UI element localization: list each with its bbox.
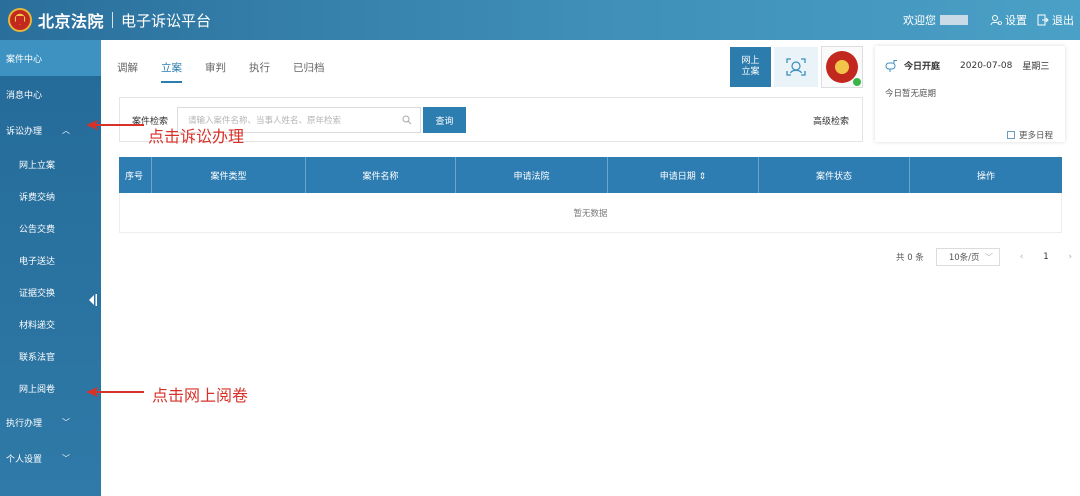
table-header: 序号 案件类型 案件名称 申请法院 申请日期 ⇕ 案件状态 操作: [119, 157, 1062, 193]
logout-icon: [1037, 14, 1049, 26]
no-hearing-text: 今日暂无庭期: [885, 89, 937, 99]
search-icon: [402, 115, 412, 125]
sidebar-item-label: 消息中心: [6, 90, 43, 101]
sidebar-sub-label: 公告交费: [19, 224, 56, 235]
column-header: 案件名称: [306, 157, 456, 193]
court-name: 北京法院: [38, 12, 105, 31]
user-gear-icon: [990, 15, 1002, 26]
tab-trial[interactable]: 审判: [205, 60, 226, 83]
platform-name: 电子诉讼平台: [121, 11, 212, 30]
sidebar-sub-online-filing[interactable]: 网上立案: [0, 148, 101, 180]
today-hearing-card: 今日开庭 2020-07-08 星期三 今日暂无庭期 更多日程: [875, 46, 1065, 142]
column-header-sortable[interactable]: 申请日期 ⇕: [608, 157, 759, 193]
page-size-value: 10条/页: [948, 253, 980, 263]
sidebar-sub-label: 诉费交纳: [19, 192, 56, 203]
logout-label: 退出: [1052, 14, 1074, 27]
logout-button[interactable]: 退出: [1037, 12, 1074, 28]
chevron-down-icon: ﹀: [62, 417, 70, 427]
tab-execution[interactable]: 执行: [249, 60, 270, 83]
top-header: 北京法院 电子诉讼平台 欢迎您 设置 退出: [0, 0, 1080, 40]
sidebar-item-personal-settings[interactable]: 个人设置 ﹀: [0, 440, 101, 476]
username-masked: [940, 15, 968, 25]
court-emblem-logo: [8, 8, 32, 32]
settings-button[interactable]: 设置: [990, 12, 1027, 28]
face-scan-icon: [786, 58, 806, 76]
sidebar-item-label: 个人设置: [6, 454, 43, 465]
today-date: 2020-07-08: [960, 60, 1013, 71]
sidebar-sub-label: 联系法官: [19, 352, 56, 363]
annotation-click-read-files: 点击网上阅卷: [152, 386, 249, 405]
sidebar-sub-fee-payment[interactable]: 诉费交纳: [0, 180, 101, 212]
chevron-down-icon: ﹀: [984, 253, 993, 262]
sidebar-sub-evidence-exchange[interactable]: 证据交换: [0, 276, 101, 308]
sidebar-sub-announcement-fee[interactable]: 公告交费: [0, 212, 101, 244]
online-filing-button[interactable]: 网上 立案: [730, 47, 771, 87]
total-count: 共 0 条: [896, 253, 924, 263]
calendar-icon: [1006, 131, 1015, 139]
annotation-click-litigation: 点击诉讼办理: [148, 127, 245, 146]
sidebar-item-label: 案件中心: [6, 54, 43, 65]
sidebar-sub-contact-judge[interactable]: 联系法官: [0, 340, 101, 372]
annotation-arrow-read-files: [86, 387, 144, 397]
sidebar-sub-material-submit[interactable]: 材料递交: [0, 308, 101, 340]
tab-mediation[interactable]: 调解: [117, 60, 138, 83]
column-header: 申请法院: [456, 157, 608, 193]
mailbox-icon: [885, 59, 897, 72]
query-button[interactable]: 查询: [423, 107, 466, 133]
online-filing-line2: 立案: [741, 67, 760, 77]
prev-page-icon[interactable]: ‹: [1020, 252, 1023, 262]
sidebar-sub-label: 电子送达: [19, 256, 56, 267]
sidebar-item-execution[interactable]: 执行办理 ﹀: [0, 404, 101, 440]
qr-code-image: [821, 46, 863, 88]
sidebar-item-message-center[interactable]: 消息中心: [0, 76, 101, 112]
case-tabs: 调解 立案 审判 执行 已归档: [117, 60, 348, 83]
today-hearing-title: 今日开庭: [904, 62, 941, 72]
sidebar-sub-label: 网上阅卷: [19, 384, 56, 395]
sidebar-sub-label: 网上立案: [19, 160, 56, 171]
column-header: 案件类型: [152, 157, 306, 193]
today-weekday: 星期三: [1022, 62, 1050, 72]
sidebar-sub-label: 材料递交: [19, 320, 56, 331]
annotation-arrow-litigation: [86, 120, 144, 130]
column-header: 操作: [976, 171, 995, 182]
header-user-area: 欢迎您 设置 退出: [903, 0, 1074, 40]
page-number[interactable]: 1: [1043, 252, 1048, 262]
face-recognition-button[interactable]: [774, 47, 818, 87]
sidebar-collapse-handle[interactable]: [88, 292, 98, 308]
today-hearing-header: 今日开庭 2020-07-08 星期三: [885, 59, 1049, 72]
sidebar-item-label: 执行办理: [6, 418, 43, 429]
more-schedule-link[interactable]: 更多日程: [1006, 129, 1053, 141]
page-size-select[interactable]: 10条/页 ﹀: [935, 248, 1000, 266]
advanced-search-link[interactable]: 高级检索: [813, 114, 849, 127]
settings-label: 设置: [1005, 14, 1027, 27]
column-header: 案件状态: [759, 157, 910, 193]
sidebar-item-label: 诉讼办理: [6, 126, 43, 137]
verified-check-icon: [853, 78, 861, 86]
next-page-icon[interactable]: ›: [1069, 252, 1072, 262]
column-header: 序号: [119, 157, 152, 193]
more-schedule-label: 更多日程: [1018, 131, 1053, 141]
welcome-text: 欢迎您: [903, 14, 936, 27]
sidebar-sub-label: 证据交换: [19, 288, 56, 299]
header-divider: [112, 12, 114, 28]
tab-archived[interactable]: 已归档: [293, 60, 325, 83]
sidebar-sub-e-service[interactable]: 电子送达: [0, 244, 101, 276]
tab-filing[interactable]: 立案: [161, 60, 182, 83]
chevron-up-icon: ︿: [62, 125, 70, 135]
collapse-left-icon: [89, 294, 97, 306]
pagination: 共 0 条 10条/页 ﹀ ‹ 1 ›: [896, 248, 1072, 266]
chevron-down-icon: ﹀: [62, 453, 70, 463]
case-table: 序号 案件类型 案件名称 申请法院 申请日期 ⇕ 案件状态 操作 暂无数据: [119, 157, 1062, 233]
sidebar-item-case-center[interactable]: 案件中心: [0, 40, 101, 76]
online-filing-line1: 网上: [741, 56, 760, 66]
table-empty-state: 暂无数据: [119, 193, 1062, 233]
main-content: 调解 立案 审判 执行 已归档 网上 立案 今日开庭 2020-07-08 星期三…: [101, 40, 1080, 496]
sidebar: 案件中心 消息中心 诉讼办理 ︿ 网上立案 诉费交纳 公告交费 电子送达 证据交…: [0, 40, 101, 496]
